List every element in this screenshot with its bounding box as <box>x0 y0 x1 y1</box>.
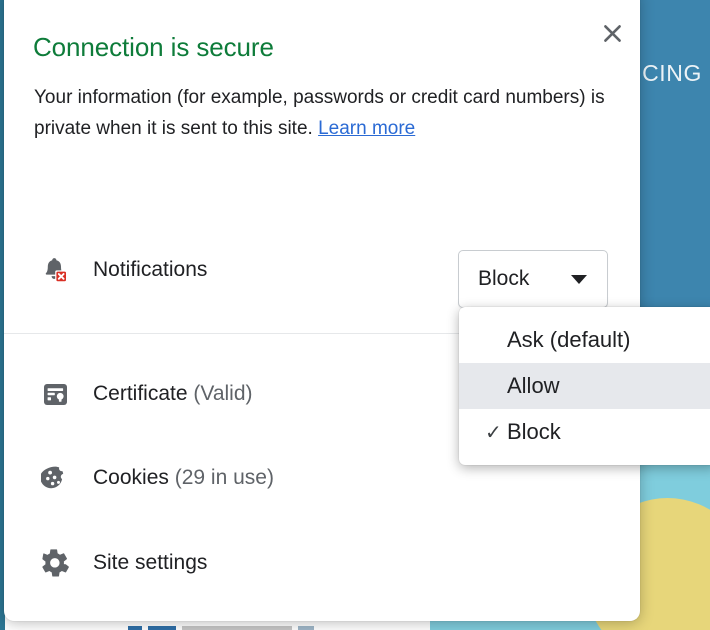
gear-icon <box>40 548 70 578</box>
notifications-permission-select[interactable]: Block <box>458 250 608 308</box>
permission-label-notifications: Notifications <box>93 258 208 281</box>
notifications-permission-dropdown: Ask (default) Allow ✓ Block <box>459 307 710 465</box>
row-label-certificate: Certificate (Valid) <box>93 382 253 406</box>
close-icon[interactable] <box>597 18 627 48</box>
cookies-name: Cookies <box>93 466 169 489</box>
check-icon: ✓ <box>485 421 502 444</box>
dropdown-option-ask[interactable]: Ask (default) <box>459 317 710 363</box>
dropdown-option-ask-label: Ask (default) <box>507 327 631 352</box>
page-bottom-strip-seg-4 <box>298 626 314 630</box>
dropdown-option-allow-label: Allow <box>507 373 560 398</box>
page-bottom-strip-seg-3 <box>182 626 292 630</box>
security-description: Your information (for example, passwords… <box>34 82 614 144</box>
dropdown-option-allow[interactable]: Allow <box>459 363 710 409</box>
certificate-icon <box>40 379 70 409</box>
notifications-blocked-icon <box>40 255 70 285</box>
learn-more-link[interactable]: Learn more <box>318 118 415 139</box>
chevron-down-icon <box>571 274 587 284</box>
notifications-permission-value: Block <box>478 267 530 290</box>
dropdown-option-block[interactable]: ✓ Block <box>459 409 710 455</box>
row-label-cookies: Cookies (29 in use) <box>93 466 274 490</box>
page-hero-text: CING <box>642 60 702 86</box>
dropdown-option-block-label: Block <box>507 419 561 444</box>
row-site-settings[interactable]: Site settings <box>4 534 640 592</box>
row-label-site-settings: Site settings <box>93 551 208 574</box>
page-bottom-strip-seg-2 <box>148 626 176 630</box>
screenshot-root: CING Connection is secure Your informati… <box>0 0 710 630</box>
certificate-status: (Valid) <box>193 382 253 405</box>
certificate-name: Certificate <box>93 382 188 405</box>
cookie-icon <box>40 463 70 493</box>
page-title: Connection is secure <box>33 32 274 62</box>
page-bottom-strip-seg-1 <box>128 626 142 630</box>
cookies-count: (29 in use) <box>174 466 274 489</box>
page-bottom-strip <box>0 624 430 630</box>
